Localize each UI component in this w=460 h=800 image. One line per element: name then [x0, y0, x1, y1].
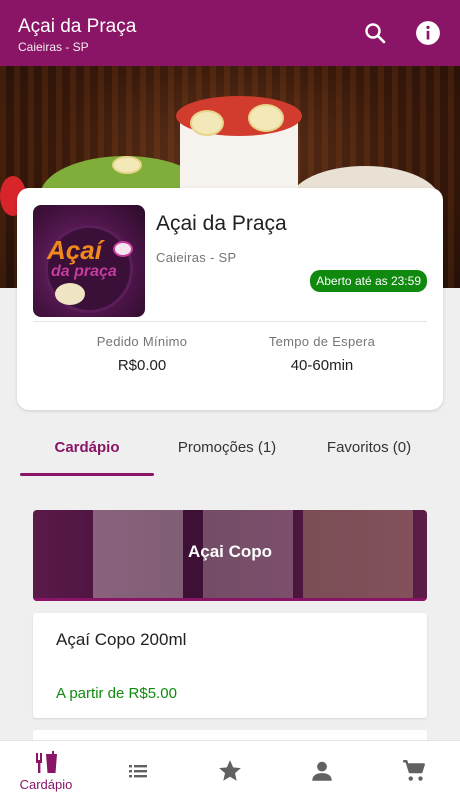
- nav-list[interactable]: [92, 741, 184, 800]
- logo-text-1: Açaí: [47, 235, 102, 265]
- min-order-value: R$0.00: [117, 357, 167, 374]
- active-tab-indicator: [20, 473, 154, 476]
- list-icon: [129, 765, 147, 778]
- app-subtitle: Caieiras - SP: [18, 40, 89, 54]
- status-badge: Aberto até as 23:59: [310, 270, 427, 292]
- tab-favoritos[interactable]: Favoritos (0): [302, 430, 436, 476]
- star-icon: [219, 760, 241, 781]
- wait-time-stat: Tempo de Espera 40-60min: [237, 334, 407, 374]
- wait-time-label: Tempo de Espera: [268, 334, 376, 349]
- cart-icon: [403, 760, 425, 781]
- min-order-label: Pedido Mínimo: [96, 334, 188, 349]
- divider: [33, 321, 427, 322]
- nav-cardapio-label: Cardápio: [19, 776, 73, 792]
- cutlery-icon: [36, 750, 57, 773]
- app-bar: Açai da Praça Caieiras - SP: [0, 0, 460, 66]
- nav-favorites[interactable]: [184, 741, 276, 800]
- person-icon: [312, 761, 332, 781]
- category-banner[interactable]: Açai Copo: [33, 510, 427, 601]
- nav-cart[interactable]: [368, 741, 460, 800]
- store-location: Caieiras - SP: [156, 250, 237, 265]
- info-button[interactable]: [413, 18, 443, 48]
- tab-promocoes[interactable]: Promoções (1): [160, 430, 294, 476]
- search-button[interactable]: [360, 18, 390, 48]
- store-name: Açai da Praça: [156, 212, 287, 235]
- bottom-nav: Cardápio: [0, 740, 460, 800]
- tab-bar: Cardápio Promoções (1) Favoritos (0): [0, 430, 460, 476]
- app-title: Açai da Praça: [18, 16, 137, 37]
- store-logo: Açaí da praça: [33, 205, 145, 317]
- info-icon: [416, 21, 440, 45]
- nav-profile[interactable]: [276, 741, 368, 800]
- store-info-card: Açaí da praça Açai da Praça Caieiras - S…: [17, 188, 443, 410]
- nav-cardapio[interactable]: Cardápio: [0, 741, 92, 800]
- search-icon: [365, 23, 386, 44]
- product-card[interactable]: Açaí Copo 200ml A partir de R$5.00: [33, 613, 427, 718]
- category-title: Açai Copo: [187, 542, 273, 561]
- wait-time-value: 40-60min: [290, 357, 354, 374]
- tab-cardapio[interactable]: Cardápio: [20, 430, 154, 476]
- product-price: A partir de R$5.00: [56, 685, 177, 702]
- logo-text-2: da praça: [51, 263, 117, 280]
- product-name: Açaí Copo 200ml: [56, 630, 187, 649]
- min-order-stat: Pedido Mínimo R$0.00: [57, 334, 227, 374]
